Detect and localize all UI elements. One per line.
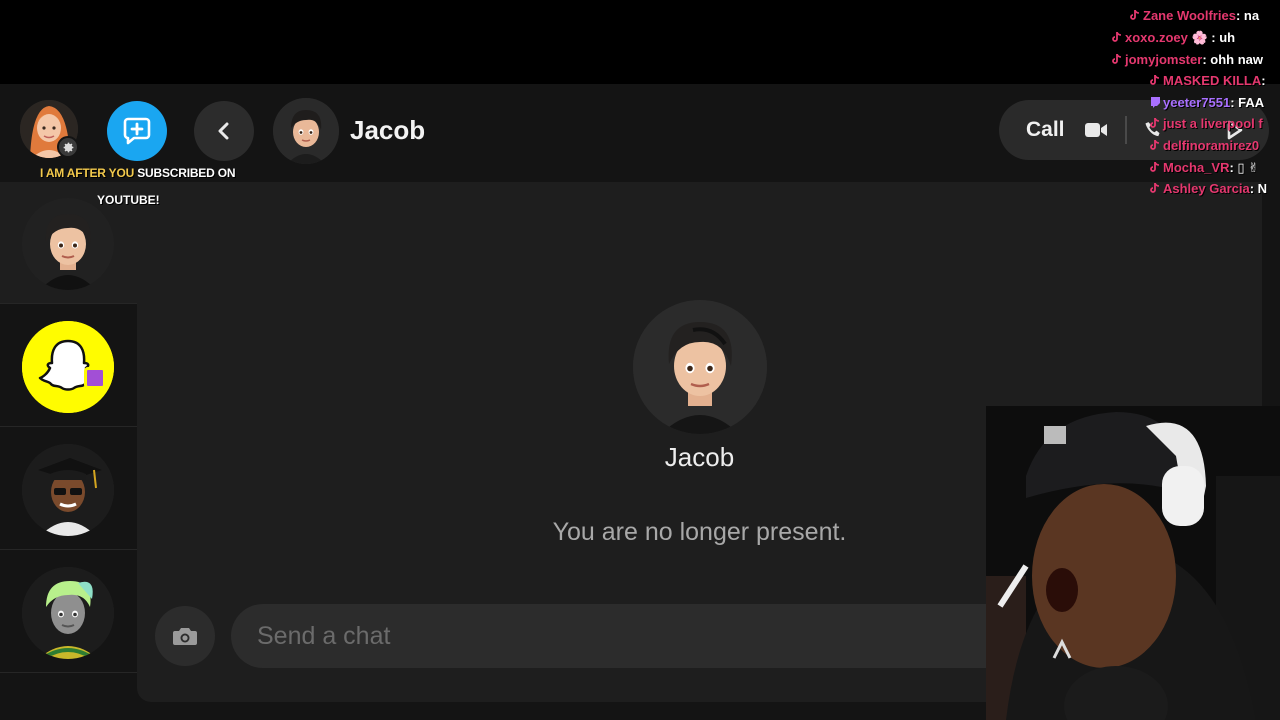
stream-chat-message: Mocha_VR: ▯ ✌	[1150, 160, 1259, 176]
tiktok-icon	[1150, 161, 1160, 172]
stream-chat-message: Ashley Garcia: N	[1150, 181, 1267, 196]
tiktok-icon	[1150, 117, 1160, 128]
bitmoji-avatar	[22, 444, 114, 536]
banner-highlight: I AM AFTER YOU	[40, 166, 135, 180]
new-chat-button[interactable]	[107, 101, 167, 161]
streamer-camera-image	[986, 406, 1280, 720]
stream-banner-line2: YOUTUBE!	[97, 193, 160, 207]
conversation-avatar	[633, 300, 767, 434]
settings-gear-icon[interactable]	[57, 136, 79, 158]
tiktok-icon	[1150, 139, 1160, 150]
stream-chat-message: xoxo.zoey 🌸 : uh	[1112, 30, 1235, 46]
chevron-left-icon	[218, 122, 229, 140]
stream-chat-message: jomyjomster: ohh naw	[1112, 52, 1263, 67]
conversation-sidebar	[0, 182, 137, 676]
bitmoji-avatar	[22, 567, 114, 659]
bitmoji-avatar	[22, 198, 114, 290]
friend-avatar[interactable]	[273, 98, 339, 164]
stream-chat-message: just a liverpool f	[1150, 116, 1263, 131]
stream-chat-message: yeeter7551: FAA	[1150, 95, 1264, 110]
sidebar-item-snapchat[interactable]	[0, 305, 137, 427]
tiktok-icon	[1150, 182, 1160, 193]
tiktok-icon	[1112, 31, 1122, 42]
chat-title: Jacob	[350, 115, 426, 145]
stream-chat-overlay: Zane Woolfries: na xoxo.zoey 🌸 : uh jomy…	[1100, 4, 1280, 200]
camera-icon	[173, 628, 197, 645]
stream-chat-message: Zane Woolfries: na	[1130, 8, 1259, 23]
tiktok-icon	[1112, 53, 1122, 64]
stream-chat-message: MASKED KILLA:	[1150, 73, 1266, 88]
new-chat-icon	[123, 117, 151, 145]
webcam-overlay	[986, 406, 1280, 720]
stream-chat-message: delfinoramirez0	[1150, 138, 1259, 153]
sidebar-item-friend-2[interactable]	[0, 428, 137, 550]
banner-text: SUBSCRIBED ON	[134, 166, 236, 180]
call-button[interactable]: Call	[1026, 118, 1065, 142]
twitch-icon	[1150, 96, 1160, 108]
sidebar-item-friend-3[interactable]	[0, 551, 137, 673]
badge-icon	[84, 367, 106, 389]
back-button[interactable]	[194, 101, 254, 161]
tiktok-icon	[1130, 9, 1140, 20]
camera-button[interactable]	[155, 606, 215, 666]
tiktok-icon	[1150, 74, 1160, 85]
stream-banner: I AM AFTER YOU SUBSCRIBED ON	[40, 166, 236, 180]
